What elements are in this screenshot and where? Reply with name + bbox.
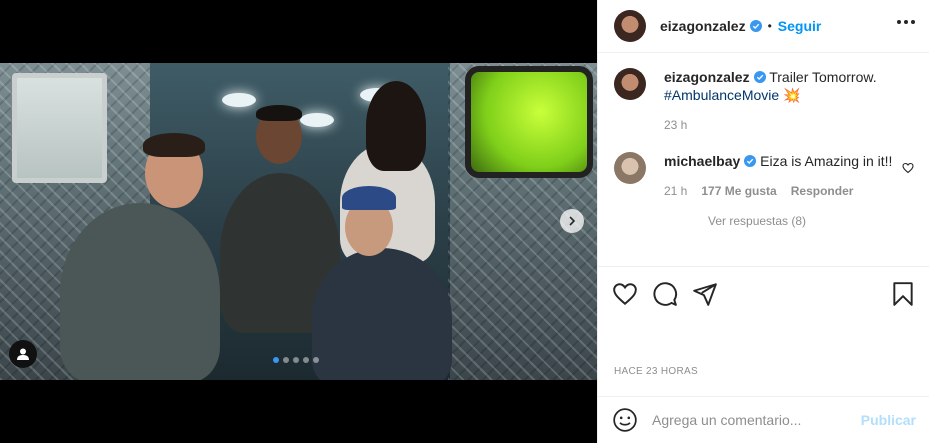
comment-time[interactable]: 21 h	[664, 182, 687, 200]
carousel-dot	[293, 357, 299, 363]
bookmark-icon[interactable]	[890, 281, 916, 307]
person-hair	[256, 105, 302, 121]
ambulance-window	[12, 73, 107, 183]
tagged-users-button[interactable]	[9, 340, 37, 368]
person-shape	[312, 248, 452, 380]
carousel-dot	[273, 357, 279, 363]
avatar[interactable]	[614, 152, 646, 184]
person-hair	[143, 133, 205, 157]
header-username[interactable]: eizagonzalez	[660, 18, 746, 34]
ambulance-green-window	[465, 66, 593, 178]
carousel-dot	[303, 357, 309, 363]
user-tag-icon	[17, 348, 29, 360]
heart-icon[interactable]	[902, 162, 914, 174]
more-options-icon[interactable]	[897, 20, 915, 24]
carousel-dot	[313, 357, 319, 363]
ceiling-light	[222, 93, 256, 107]
person-hair	[366, 81, 426, 171]
comment-username[interactable]: michaelbay	[664, 153, 740, 169]
comment-item: michaelbay Eiza is Amazing in it!! 21 h …	[614, 152, 914, 200]
follow-button[interactable]: Seguir	[778, 18, 822, 34]
verified-badge-icon	[744, 155, 757, 167]
post-details-panel: eizagonzalez • Seguir eizagonzalez Trail…	[597, 0, 929, 443]
caption-text: Trailer Tomorrow.	[769, 69, 877, 85]
comments-list[interactable]: eizagonzalez Trailer Tomorrow. #Ambulanc…	[598, 68, 929, 266]
carousel-dot	[283, 357, 289, 363]
comment-icon[interactable]	[652, 281, 678, 307]
reply-button[interactable]: Responder	[791, 182, 854, 200]
person-shape	[60, 203, 220, 380]
action-bar	[598, 266, 929, 307]
caption: eizagonzalez Trailer Tomorrow. #Ambulanc…	[614, 68, 914, 134]
comment-text: Eiza is Amazing in it!!	[760, 153, 893, 169]
carousel-indicator	[273, 357, 319, 363]
post-timestamp[interactable]: HACE 23 HORAS	[614, 366, 698, 377]
post-comment-button[interactable]: Publicar	[861, 412, 916, 428]
explosion-emoji: 💥	[783, 87, 801, 103]
carousel-next-button[interactable]	[560, 209, 584, 233]
ceiling-light	[300, 113, 334, 127]
post-header: eizagonzalez • Seguir	[598, 0, 929, 53]
share-icon[interactable]	[692, 281, 718, 307]
add-comment-bar: Agrega un comentario... Publicar	[598, 396, 929, 443]
see-replies-link[interactable]: Ver respuestas (8)	[708, 214, 914, 228]
avatar[interactable]	[614, 68, 646, 100]
heart-icon[interactable]	[612, 281, 638, 307]
post-photo[interactable]	[0, 63, 597, 380]
comment-input[interactable]: Agrega un comentario...	[652, 412, 861, 428]
hashtag-link[interactable]: #AmbulanceMovie	[664, 87, 779, 103]
chevron-right-icon	[569, 216, 576, 226]
caption-username[interactable]: eizagonzalez	[664, 69, 750, 85]
emoji-icon[interactable]	[612, 407, 638, 433]
comment-likes[interactable]: 177 Me gusta	[701, 182, 776, 200]
baseball-cap	[342, 186, 396, 210]
verified-badge-icon	[749, 20, 762, 32]
post-media[interactable]	[0, 0, 597, 443]
caption-time[interactable]: 23 h	[664, 116, 687, 134]
separator-dot: •	[767, 19, 772, 33]
verified-badge-icon	[753, 71, 766, 83]
avatar[interactable]	[614, 10, 646, 42]
